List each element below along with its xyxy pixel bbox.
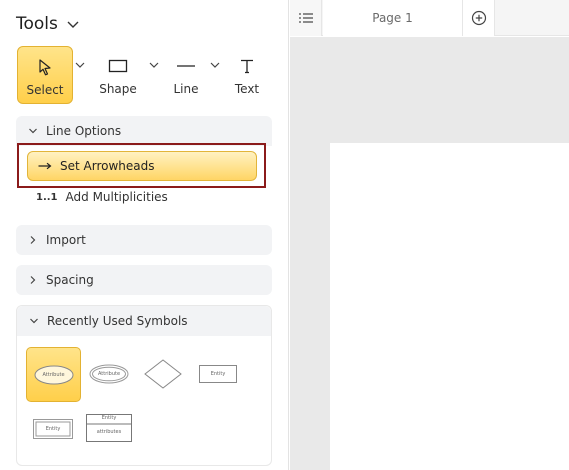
select-tool-label: Select [26, 83, 64, 97]
symbol-relationship[interactable] [143, 357, 183, 391]
set-arrowheads-button[interactable]: Set Arrowheads [27, 151, 257, 181]
symbol-attribute[interactable]: Attribute [26, 347, 81, 402]
cursor-icon [37, 57, 53, 77]
text-icon [239, 56, 255, 76]
canvas-area[interactable] [290, 37, 569, 470]
symbol-entity-with-attributes[interactable]: Entity attributes [86, 414, 132, 442]
spacing-title: Spacing [46, 273, 94, 287]
spacing-header[interactable]: Spacing [16, 265, 272, 295]
symbol-entity-with-attributes-label: Entity [101, 415, 117, 421]
line-tool-label: Line [173, 82, 199, 96]
import-header[interactable]: Import [16, 225, 272, 255]
arrow-right-icon [38, 162, 52, 170]
recent-symbols-title: Recently Used Symbols [47, 314, 188, 328]
line-options-header[interactable]: Line Options [16, 116, 272, 146]
page-list-button[interactable] [290, 0, 322, 36]
select-options-chevron-icon[interactable] [74, 56, 86, 68]
tools-header[interactable]: Tools [16, 12, 80, 36]
list-icon [298, 13, 313, 23]
text-tool-button[interactable]: Text [219, 46, 275, 104]
text-tool-label: Text [234, 82, 260, 96]
rectangle-icon [108, 56, 128, 76]
canvas-page[interactable] [330, 143, 569, 470]
line-options-title: Line Options [46, 124, 122, 138]
set-arrowheads-label: Set Arrowheads [60, 159, 155, 173]
page-tab-bar: Page 1 [290, 0, 569, 36]
chevron-down-icon [67, 21, 79, 28]
multiplicities-icon: 1..1 [36, 191, 58, 203]
diamond-icon [144, 359, 182, 389]
symbol-entity-with-attributes-sublabel: attributes [96, 429, 122, 435]
symbol-derived-attribute[interactable]: Attribute [86, 360, 132, 388]
tab-page-1[interactable]: Page 1 [323, 0, 463, 36]
chevron-down-icon [29, 128, 37, 134]
line-tool-button[interactable]: Line [158, 46, 214, 104]
add-page-button[interactable] [463, 0, 495, 36]
shape-tool-button[interactable]: Shape [90, 46, 146, 104]
tools-title: Tools [16, 14, 58, 34]
symbol-weak-entity-label: Entity [45, 426, 61, 432]
add-multiplicities-label: Add Multiplicities [65, 190, 168, 204]
recent-symbols-header[interactable]: Recently Used Symbols [17, 306, 271, 336]
symbol-entity[interactable]: Entity [198, 364, 238, 384]
symbol-weak-entity[interactable]: Entity [33, 419, 73, 439]
symbol-entity-label: Entity [210, 371, 226, 377]
plus-circle-icon [471, 10, 486, 26]
tools-panel: Tools Select Shape Line Text Line Option… [0, 0, 289, 470]
spacing-section: Spacing [16, 265, 272, 295]
import-section: Import [16, 225, 272, 255]
select-tool-button[interactable]: Select [17, 46, 73, 104]
chevron-right-icon [30, 276, 36, 284]
symbol-attribute-label: Attribute [42, 371, 65, 378]
symbol-derived-attribute-label: Attribute [97, 371, 121, 377]
tab-page-1-label: Page 1 [372, 11, 413, 25]
shape-tool-label: Shape [99, 82, 137, 96]
import-title: Import [46, 233, 86, 247]
add-multiplicities-button[interactable]: 1..1 Add Multiplicities [36, 188, 168, 206]
line-icon [176, 56, 196, 76]
chevron-right-icon [30, 236, 36, 244]
chevron-down-icon [30, 318, 38, 324]
